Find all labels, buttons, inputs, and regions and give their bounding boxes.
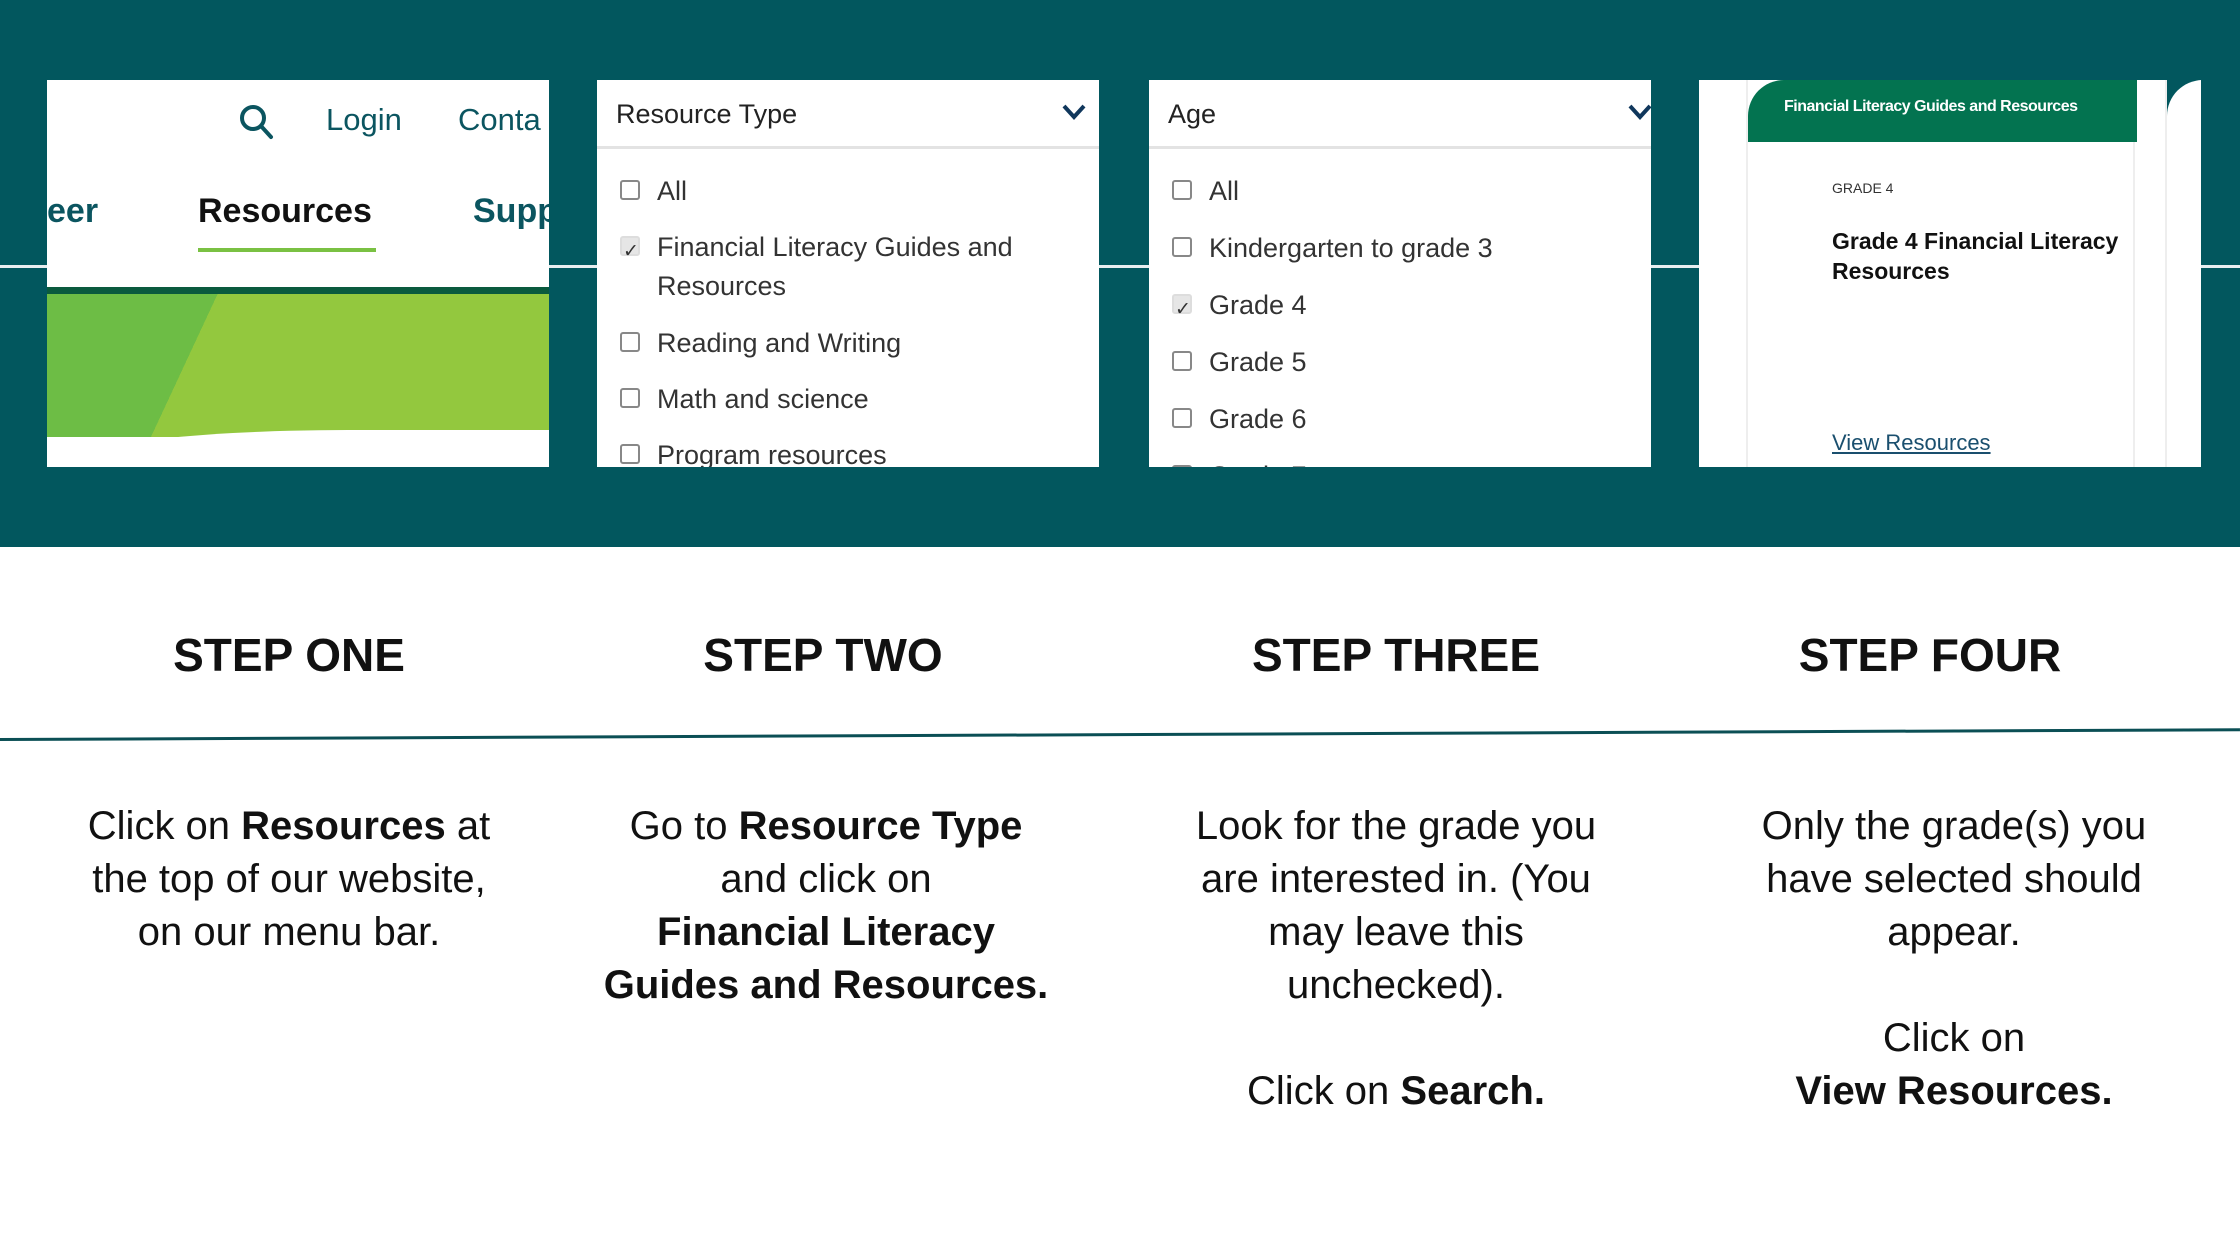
emphasis-text: Resources bbox=[241, 804, 446, 848]
age-filter: Age All Kindergarten to grade 3 Grade 4 Gra… bbox=[1149, 80, 1651, 467]
search-icon[interactable] bbox=[237, 102, 277, 142]
card-grade: GRADE 4 bbox=[1832, 180, 1894, 196]
age-dropdown[interactable]: Age bbox=[1149, 80, 1651, 149]
checkbox[interactable] bbox=[620, 179, 640, 200]
filter-option[interactable]: Math and science bbox=[620, 380, 1057, 419]
nav-item-career[interactable]: eer bbox=[47, 192, 98, 231]
chevron-down-icon[interactable] bbox=[1625, 96, 1651, 126]
nav-item-resources[interactable]: Resources bbox=[198, 192, 372, 231]
resource-card: Financial Literacy Guides and Resources … bbox=[1746, 80, 2137, 467]
step-paragraph: Click on Resources at the top of our webs… bbox=[9, 800, 569, 959]
step-paragraph: Look for the grade you are interested in.… bbox=[1116, 800, 1676, 1012]
filter-option[interactable]: Financial Literacy Guides and Resources bbox=[620, 228, 1057, 306]
checkbox[interactable] bbox=[1172, 350, 1192, 371]
checkbox[interactable] bbox=[1172, 407, 1192, 428]
body-text: have selected should bbox=[1766, 857, 2142, 901]
filter-option[interactable]: Grade 7 bbox=[1172, 457, 1609, 467]
step-three-text: Look for the grade you are interested in.… bbox=[1116, 800, 1676, 1171]
option-label: Grade 4 bbox=[1209, 290, 1307, 320]
body-text: Go to bbox=[629, 804, 739, 848]
divider bbox=[0, 728, 2240, 741]
body-text: may leave this bbox=[1268, 910, 1524, 954]
option-label: Kindergarten to grade 3 bbox=[1209, 233, 1493, 263]
body-text: the top of our website, bbox=[92, 857, 486, 901]
option-label: Math and science bbox=[657, 384, 869, 414]
option-label: Reading and Writing bbox=[657, 328, 902, 358]
filter-option[interactable]: Grade 4 bbox=[1172, 286, 1609, 329]
filter-option[interactable]: Program resources bbox=[620, 436, 1057, 467]
chevron-down-icon[interactable] bbox=[1059, 96, 1089, 126]
step-paragraph: Only the grade(s) you have selected shoul… bbox=[1674, 800, 2234, 959]
step-four-text: Only the grade(s) you have selected shoul… bbox=[1674, 800, 2234, 1171]
body-text: Click on bbox=[87, 804, 242, 848]
emphasis-text: Financial Literacy bbox=[657, 910, 995, 954]
body-text: and click on bbox=[720, 857, 932, 901]
active-nav-underline bbox=[198, 248, 376, 252]
nav-item-support[interactable]: Supp bbox=[473, 192, 549, 231]
step-one-screenshot: Login Conta eer Resources Supp bbox=[47, 80, 549, 467]
dropdown-title: Resource Type bbox=[616, 99, 798, 129]
step-one-text: Click on Resources at the top of our webs… bbox=[9, 800, 569, 1012]
body-text: at bbox=[445, 804, 491, 848]
checkbox[interactable] bbox=[1172, 236, 1192, 257]
emphasis-text: Search. bbox=[1400, 1069, 1545, 1113]
checkbox[interactable] bbox=[1172, 290, 1192, 329]
step-three-title: STEP THREE bbox=[1252, 629, 1540, 681]
body-text: unchecked). bbox=[1287, 963, 1505, 1007]
checkbox[interactable] bbox=[620, 331, 640, 352]
next-card-edge bbox=[2165, 80, 2201, 467]
results-screenshot: Financial Literacy Guides and Resources … bbox=[1699, 80, 2201, 467]
view-resources-link[interactable]: View Resources bbox=[1832, 430, 1991, 456]
step-two-text: Go to Resource Type and click on Financial… bbox=[546, 800, 1106, 1065]
option-label: All bbox=[1209, 176, 1240, 206]
option-label: Grade 7 bbox=[1209, 457, 1609, 467]
option-label: Financial Literacy Guides and Resources bbox=[657, 232, 1013, 301]
card-category-tab: Financial Literacy Guides and Resources bbox=[1748, 80, 2137, 142]
step-paragraph: Go to Resource Type and click on Financial… bbox=[546, 800, 1106, 1012]
body-text: appear. bbox=[1887, 910, 2021, 954]
step-paragraph: Click on View Resources. bbox=[1674, 1012, 2234, 1118]
step-paragraph: Click on Search. bbox=[1116, 1065, 1676, 1118]
resource-type-filter: Resource Type All Financial Literacy Guid… bbox=[597, 80, 1099, 467]
emphasis-text: View Resources. bbox=[1795, 1069, 2113, 1113]
step-one-title: STEP ONE bbox=[173, 629, 405, 681]
hero-banner bbox=[47, 287, 549, 437]
checkbox[interactable] bbox=[620, 387, 640, 408]
checkbox[interactable] bbox=[1172, 464, 1192, 467]
emphasis-text: Guides and Resources. bbox=[603, 963, 1049, 1007]
step-two-title: STEP TWO bbox=[703, 629, 943, 681]
option-label: Program resources bbox=[657, 440, 887, 467]
body-text: Click on bbox=[1247, 1069, 1401, 1113]
filter-option[interactable]: All bbox=[620, 172, 1057, 211]
body-text: Click on bbox=[1882, 1016, 2026, 1060]
option-label: Grade 6 bbox=[1209, 404, 1307, 434]
resource-type-dropdown[interactable]: Resource Type bbox=[597, 80, 1099, 149]
filter-option[interactable]: Kindergarten to grade 3 bbox=[1172, 229, 1609, 268]
body-text: on our menu bar. bbox=[137, 910, 441, 954]
option-label: All bbox=[657, 176, 688, 206]
filter-option[interactable]: All bbox=[1172, 172, 1609, 211]
emphasis-text: Resource Type bbox=[738, 804, 1023, 848]
checkbox[interactable] bbox=[620, 443, 640, 464]
filter-option[interactable]: Grade 6 bbox=[1172, 400, 1609, 439]
body-text: Look for the grade you bbox=[1195, 804, 1597, 848]
checkbox[interactable] bbox=[620, 232, 640, 271]
login-link[interactable]: Login bbox=[326, 102, 402, 138]
filter-option[interactable]: Grade 5 bbox=[1172, 343, 1609, 382]
body-text: Only the grade(s) you bbox=[1761, 804, 2147, 848]
dropdown-title: Age bbox=[1168, 99, 1217, 129]
filter-option[interactable]: Reading and Writing bbox=[620, 324, 1057, 363]
checkbox[interactable] bbox=[1172, 179, 1192, 200]
option-label: Grade 5 bbox=[1209, 347, 1307, 377]
step-four-title: STEP FOUR bbox=[1798, 629, 2062, 681]
card-title: Grade 4 Financial Literacy Resources bbox=[1832, 228, 2119, 284]
body-text: are interested in. (You bbox=[1201, 857, 1591, 901]
next-card-tab bbox=[2167, 80, 2201, 142]
contact-link[interactable]: Conta bbox=[458, 102, 541, 138]
